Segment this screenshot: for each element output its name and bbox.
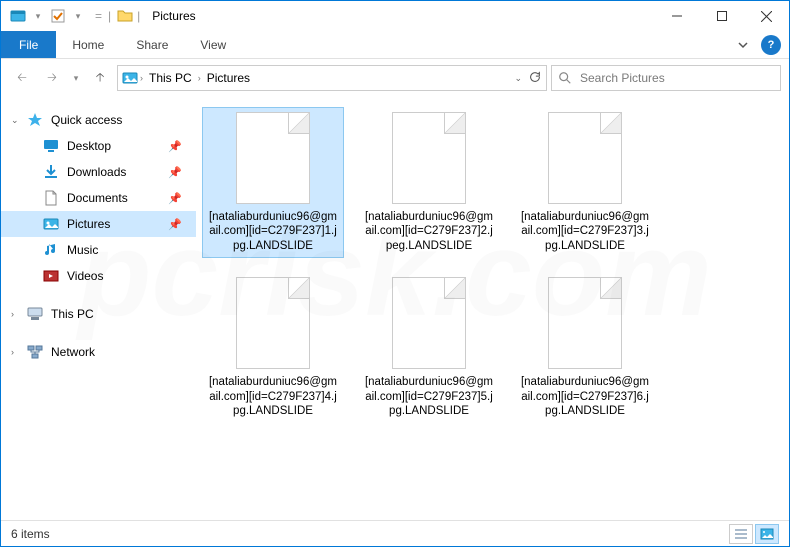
thumbnail-view-button[interactable] xyxy=(755,524,779,544)
file-thumb-icon xyxy=(548,277,622,369)
file-thumb-icon xyxy=(392,112,466,204)
file-thumb-icon xyxy=(236,112,310,204)
recent-locations-dropdown[interactable]: ▾ xyxy=(69,65,83,91)
address-bar[interactable]: › This PC › Pictures ⌄ xyxy=(117,65,547,91)
view-toggle xyxy=(729,524,779,544)
chevron-right-icon[interactable]: › xyxy=(198,73,201,83)
file-name: [nataliaburduniuc96@gmail.com][id=C279F2… xyxy=(519,375,651,418)
search-icon xyxy=(558,71,572,85)
item-count: 6 items xyxy=(11,527,50,541)
sidebar-item-pictures[interactable]: Pictures 📌 xyxy=(1,211,196,237)
sidebar-item-label: This PC xyxy=(51,307,94,321)
window-title: Pictures xyxy=(152,9,195,23)
window-controls xyxy=(654,1,789,31)
sidebar-item-label: Documents xyxy=(67,191,128,205)
file-item[interactable]: [nataliaburduniuc96@gmail.com][id=C279F2… xyxy=(514,272,656,423)
qat-icon-app[interactable] xyxy=(7,5,29,27)
chevron-right-icon[interactable]: › xyxy=(140,73,143,83)
details-view-button[interactable] xyxy=(729,524,753,544)
quick-access-toolbar: ▾ ▾ xyxy=(1,5,85,27)
pin-icon: 📌 xyxy=(168,140,182,153)
sidebar-item-downloads[interactable]: Downloads 📌 xyxy=(1,159,196,185)
file-item[interactable]: [nataliaburduniuc96@gmail.com][id=C279F2… xyxy=(202,272,344,423)
file-item[interactable]: [nataliaburduniuc96@gmail.com][id=C279F2… xyxy=(514,107,656,258)
search-placeholder: Search Pictures xyxy=(580,71,665,85)
file-item[interactable]: [nataliaburduniuc96@gmail.com][id=C279F2… xyxy=(358,272,500,423)
file-thumb-icon xyxy=(392,277,466,369)
documents-icon xyxy=(43,190,59,206)
folder-icon: = | xyxy=(95,8,133,24)
file-item[interactable]: [nataliaburduniuc96@gmail.com][id=C279F2… xyxy=(202,107,344,258)
breadcrumb-label: Pictures xyxy=(207,71,250,85)
desktop-icon xyxy=(43,138,59,154)
file-tab[interactable]: File xyxy=(1,31,56,58)
forward-button[interactable]: 🡢 xyxy=(39,65,65,91)
tab-view[interactable]: View xyxy=(184,31,242,58)
sidebar-item-desktop[interactable]: Desktop 📌 xyxy=(1,133,196,159)
network-icon xyxy=(27,344,43,360)
file-item[interactable]: [nataliaburduniuc96@gmail.com][id=C279F2… xyxy=(358,107,500,258)
qat-dropdown[interactable]: ▾ xyxy=(31,5,45,27)
refresh-icon[interactable] xyxy=(528,70,542,87)
file-grid: [nataliaburduniuc96@gmail.com][id=C279F2… xyxy=(202,107,783,423)
sidebar-network[interactable]: › Network xyxy=(1,339,196,365)
sidebar-quick-access[interactable]: ⌄ Quick access xyxy=(1,107,196,133)
qat-dropdown-2[interactable]: ▾ xyxy=(71,5,85,27)
sidebar-item-videos[interactable]: Videos xyxy=(1,263,196,289)
file-view[interactable]: [nataliaburduniuc96@gmail.com][id=C279F2… xyxy=(196,97,789,520)
pin-icon: 📌 xyxy=(168,218,182,231)
caret-right-icon[interactable]: › xyxy=(11,309,14,319)
sidebar-this-pc[interactable]: › This PC xyxy=(1,301,196,327)
close-button[interactable] xyxy=(744,1,789,31)
ribbon: File Home Share View ? xyxy=(1,31,789,59)
search-input[interactable]: Search Pictures xyxy=(551,65,781,91)
pictures-icon xyxy=(43,216,59,232)
videos-icon xyxy=(43,268,59,284)
file-name: [nataliaburduniuc96@gmail.com][id=C279F2… xyxy=(207,210,339,253)
title-bar: ▾ ▾ = | | Pictures xyxy=(1,1,789,31)
breadcrumb-this-pc[interactable]: This PC xyxy=(145,71,196,85)
breadcrumb-pictures[interactable]: Pictures xyxy=(203,71,254,85)
sidebar-item-label: Quick access xyxy=(51,113,122,127)
sidebar-item-label: Pictures xyxy=(67,217,110,231)
file-name: [nataliaburduniuc96@gmail.com][id=C279F2… xyxy=(207,375,339,418)
body: ⌄ Quick access Desktop 📌 Downloads 📌 Doc… xyxy=(1,97,789,520)
file-thumb-icon xyxy=(236,277,310,369)
maximize-button[interactable] xyxy=(699,1,744,31)
sidebar-item-label: Network xyxy=(51,345,95,359)
downloads-icon xyxy=(43,164,59,180)
file-thumb-icon xyxy=(548,112,622,204)
sidebar-item-label: Downloads xyxy=(67,165,126,179)
breadcrumb-label: This PC xyxy=(149,71,192,85)
caret-right-icon[interactable]: › xyxy=(11,347,14,357)
file-name: [nataliaburduniuc96@gmail.com][id=C279F2… xyxy=(519,210,651,253)
up-button[interactable]: 🡡 xyxy=(87,65,113,91)
music-icon xyxy=(43,242,59,258)
caret-down-icon[interactable]: ⌄ xyxy=(11,115,19,126)
sidebar-item-music[interactable]: Music xyxy=(1,237,196,263)
status-bar: 6 items xyxy=(1,520,789,546)
file-name: [nataliaburduniuc96@gmail.com][id=C279F2… xyxy=(363,210,495,253)
tab-home[interactable]: Home xyxy=(56,31,120,58)
qat-checkbox[interactable] xyxy=(47,5,69,27)
this-pc-icon xyxy=(27,306,43,322)
pin-icon: 📌 xyxy=(168,192,182,205)
help-icon[interactable]: ? xyxy=(761,35,781,55)
ribbon-collapse-icon[interactable] xyxy=(729,39,757,51)
sidebar-item-documents[interactable]: Documents 📌 xyxy=(1,185,196,211)
navigation-row: 🡠 🡢 ▾ 🡡 › This PC › Pictures ⌄ Search Pi… xyxy=(1,59,789,97)
sidebar-item-label: Videos xyxy=(67,269,103,283)
navigation-sidebar: ⌄ Quick access Desktop 📌 Downloads 📌 Doc… xyxy=(1,97,196,520)
tab-share[interactable]: Share xyxy=(120,31,184,58)
sidebar-item-label: Music xyxy=(67,243,98,257)
pictures-icon xyxy=(122,70,138,86)
back-button[interactable]: 🡠 xyxy=(9,65,35,91)
minimize-button[interactable] xyxy=(654,1,699,31)
pin-icon: 📌 xyxy=(168,166,182,179)
sidebar-item-label: Desktop xyxy=(67,139,111,153)
star-icon xyxy=(27,112,43,128)
address-dropdown-icon[interactable]: ⌄ xyxy=(514,73,522,84)
file-name: [nataliaburduniuc96@gmail.com][id=C279F2… xyxy=(363,375,495,418)
